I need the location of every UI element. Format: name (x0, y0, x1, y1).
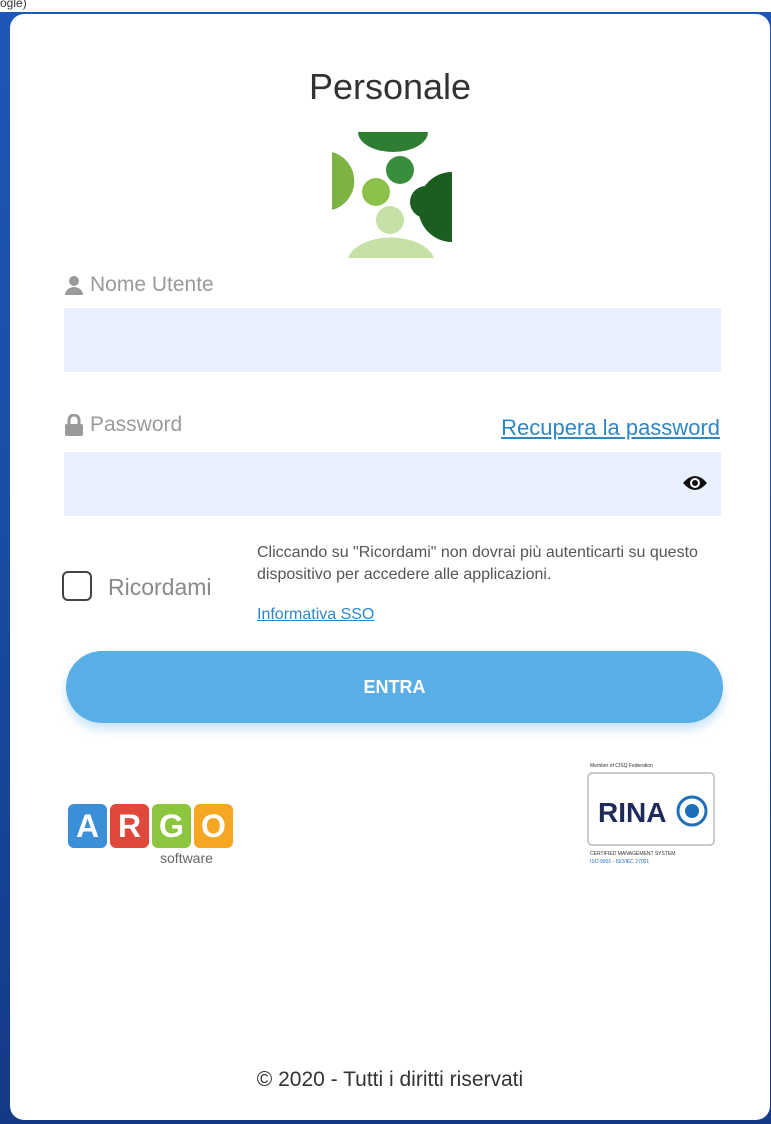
argo-letter-r: R (110, 804, 149, 848)
enter-button[interactable]: ENTRA (66, 651, 723, 723)
username-label-row: Nome Utente (64, 273, 214, 297)
logo-circle-3 (410, 186, 442, 218)
rina-bottom-text-2: ISO 9001 - ISO/IEC 27001 (590, 859, 649, 865)
rina-certification-badge: Member of CISQ Federation RINA CERTIFIED… (587, 763, 715, 865)
copyright-footer: © 2020 - Tutti i diritti riservati (256, 1068, 524, 1091)
argo-letters: A R G O (68, 804, 243, 848)
sso-info-link[interactable]: Informativa SSO (257, 606, 374, 624)
argo-subtitle: software (160, 850, 213, 866)
rina-top-text: Member of CISQ Federation (590, 763, 653, 769)
eye-icon[interactable] (682, 472, 708, 494)
recover-password-link[interactable]: Recupera la password (501, 415, 720, 441)
rina-text: RINA (598, 797, 666, 828)
username-label: Nome Utente (90, 273, 214, 296)
argo-letter-g: G (152, 804, 191, 848)
top-strip: ogle) (0, 0, 771, 12)
logo-circle-4 (376, 206, 404, 234)
argo-letter-a: A (68, 804, 107, 848)
argo-logo: A R G O software (68, 804, 243, 874)
remember-note: Cliccando su "Ricordami" non dovrai più … (257, 544, 698, 583)
lock-icon (65, 414, 83, 436)
password-input[interactable] (64, 452, 721, 516)
login-card: Personale Nome Utente Password Recupera … (10, 14, 770, 1120)
logo-top-arc (358, 132, 428, 152)
logo-circle-1 (386, 156, 414, 184)
remember-checkbox[interactable] (62, 571, 92, 601)
logo-left-arc (332, 152, 355, 210)
argo-letter-o: O (194, 804, 233, 848)
logo-bottom-person (348, 237, 434, 258)
password-label: Password (90, 413, 183, 436)
personale-logo (332, 132, 452, 258)
password-label-row: Password (64, 413, 182, 437)
user-icon (65, 276, 83, 295)
remember-label[interactable]: Ricordami (108, 574, 212, 601)
page-background: ogle) Personale Nome Utente Password Rec… (0, 0, 771, 1124)
username-input[interactable] (64, 308, 721, 372)
top-strip-text: ogle) (0, 0, 27, 10)
rina-bottom-text-1: CERTIFIED MANAGEMENT SYSTEM (590, 851, 675, 857)
page-title: Personale (308, 66, 472, 107)
logo-circle-2 (362, 178, 390, 206)
